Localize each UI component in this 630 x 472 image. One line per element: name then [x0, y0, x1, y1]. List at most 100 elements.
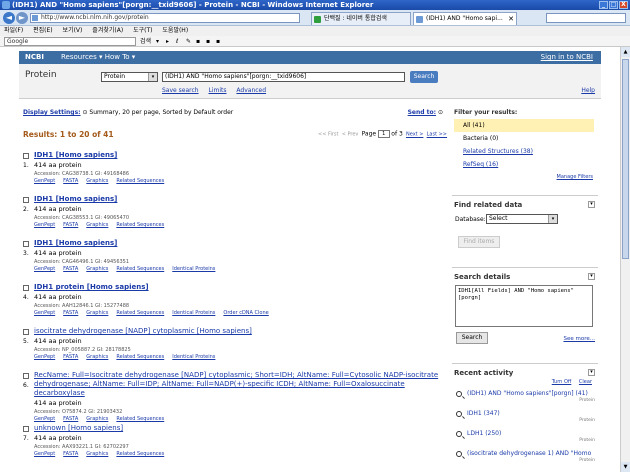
send-to-link[interactable]: Send to:	[408, 109, 436, 116]
collapse-icon[interactable]: ▾	[588, 201, 595, 208]
advanced-link[interactable]: Advanced	[236, 87, 266, 94]
fasta-link[interactable]: FASTA	[63, 451, 78, 457]
tab-naver[interactable]: 단백질 : 네이버 통합검색	[311, 12, 411, 25]
resources-menu[interactable]: Resources ▾ How To ▾	[61, 51, 135, 64]
toolbar-spell-icon[interactable]: ℓ	[176, 36, 178, 47]
maximize-button[interactable]: □	[609, 1, 618, 9]
search-button[interactable]: Search	[410, 71, 438, 83]
menu-help[interactable]: 도움말(H)	[162, 27, 188, 34]
related-database-select[interactable]: Select ▾	[486, 214, 558, 224]
toolbar-edit-icon[interactable]: ✎	[186, 36, 191, 47]
graphics-link[interactable]: Graphics	[86, 354, 108, 360]
toolbar-go-icon[interactable]: ▸	[166, 36, 169, 47]
sign-in-link[interactable]: Sign in to NCBI	[541, 51, 593, 64]
graphics-link[interactable]: Graphics	[86, 222, 108, 228]
fasta-link[interactable]: FASTA	[63, 310, 78, 316]
graphics-link[interactable]: Graphics	[86, 310, 108, 316]
toolbar-btn-icon[interactable]: ▪	[196, 36, 200, 47]
genpept-link[interactable]: GenPept	[34, 222, 55, 228]
graphics-link[interactable]: Graphics	[86, 451, 108, 457]
identical-proteins-link[interactable]: Identical Proteins	[172, 310, 215, 316]
related-sequences-link[interactable]: Related Sequences	[116, 451, 164, 457]
genpept-link[interactable]: GenPept	[34, 310, 55, 316]
url-input[interactable]: http://www.ncbi.nlm.nih.gov/protein	[30, 13, 300, 23]
genpept-link[interactable]: GenPept	[34, 354, 55, 360]
result-title-link[interactable]: RecName: Full=Isocitrate dehydrogenase […	[34, 371, 446, 398]
filter-bacteria[interactable]: Bacteria (0)	[454, 132, 594, 145]
turn-off-link[interactable]: Turn Off	[552, 379, 572, 385]
graphics-link[interactable]: Graphics	[86, 416, 108, 422]
fasta-link[interactable]: FASTA	[63, 354, 78, 360]
toolbar-search-button[interactable]: 검색	[140, 36, 151, 47]
menu-favorites[interactable]: 즐겨찾기(A)	[92, 27, 123, 34]
fasta-link[interactable]: FASTA	[63, 178, 78, 184]
related-sequences-link[interactable]: Related Sequences	[116, 416, 164, 422]
filter-all[interactable]: All (41)	[454, 119, 594, 132]
menu-view[interactable]: 보기(V)	[63, 27, 83, 34]
identical-proteins-link[interactable]: Identical Proteins	[172, 266, 215, 272]
related-sequences-link[interactable]: Related Sequences	[116, 354, 164, 360]
ncbi-logo[interactable]: NCBI	[25, 51, 44, 64]
google-search-input[interactable]: Google	[4, 37, 136, 46]
result-title-link[interactable]: isocitrate dehydrogenase [NADP] cytoplas…	[34, 327, 252, 335]
result-title-link[interactable]: IDH1 [Homo sapiens]	[34, 195, 117, 203]
genpept-link[interactable]: GenPept	[34, 451, 55, 457]
order-cdna-clone-link[interactable]: Order cDNA Clone	[223, 310, 268, 316]
menu-tools[interactable]: 도구(T)	[133, 27, 152, 34]
toolbar-dropdown-icon[interactable]: ▾	[156, 36, 159, 47]
page-number-input[interactable]: 1	[377, 130, 390, 138]
result-checkbox[interactable]	[23, 329, 29, 335]
close-tab-icon[interactable]: ✕	[508, 13, 514, 25]
scroll-down-icon[interactable]: ▼	[621, 462, 630, 472]
display-settings-link[interactable]: Display Settings:	[23, 109, 81, 116]
database-select[interactable]: Protein ▾	[101, 72, 158, 82]
help-link[interactable]: Help	[581, 87, 595, 94]
manage-filters-link[interactable]: Manage Filters	[557, 174, 593, 180]
genpept-link[interactable]: GenPept	[34, 266, 55, 272]
result-checkbox[interactable]	[23, 153, 29, 159]
limits-link[interactable]: Limits	[209, 87, 227, 94]
details-search-button[interactable]: Search	[456, 332, 488, 344]
vertical-scrollbar[interactable]: ▲ ▼	[620, 47, 630, 472]
scroll-up-icon[interactable]: ▲	[621, 47, 630, 57]
ie-search-box[interactable]	[546, 13, 626, 23]
toolbar-btn-icon[interactable]: ▪	[206, 36, 210, 47]
fasta-link[interactable]: FASTA	[63, 222, 78, 228]
related-sequences-link[interactable]: Related Sequences	[116, 222, 164, 228]
related-sequences-link[interactable]: Related Sequences	[116, 178, 164, 184]
graphics-link[interactable]: Graphics	[86, 178, 108, 184]
tab-ncbi[interactable]: (IDH1) AND "Homo sapi... ✕	[413, 12, 517, 25]
toolbar-btn-icon[interactable]: ▪	[216, 36, 220, 47]
genpept-link[interactable]: GenPept	[34, 416, 55, 422]
collapse-icon[interactable]: ▾	[588, 273, 595, 280]
fasta-link[interactable]: FASTA	[63, 416, 78, 422]
search-input[interactable]: (IDH1) AND "Homo sapiens"[porgn:__txid96…	[162, 72, 405, 82]
result-checkbox[interactable]	[23, 373, 29, 379]
back-button[interactable]: ◄	[3, 12, 15, 24]
result-checkbox[interactable]	[23, 285, 29, 291]
next-page-link[interactable]: Next >	[406, 132, 423, 138]
save-search-link[interactable]: Save search	[162, 87, 199, 94]
menu-edit[interactable]: 편집(E)	[33, 27, 53, 34]
send-to-toggle-icon[interactable]: ⊙	[438, 109, 443, 116]
fasta-link[interactable]: FASTA	[63, 266, 78, 272]
result-checkbox[interactable]	[23, 241, 29, 247]
result-title-link[interactable]: IDH1 [Homo sapiens]	[34, 239, 117, 247]
last-page-link[interactable]: Last >>	[427, 132, 447, 138]
result-title-link[interactable]: IDH1 protein [Homo sapiens]	[34, 283, 149, 291]
related-sequences-link[interactable]: Related Sequences	[116, 310, 164, 316]
filter-refseq[interactable]: RefSeq (16)	[454, 158, 594, 171]
result-checkbox[interactable]	[23, 426, 29, 432]
display-settings-toggle-icon[interactable]: ⊙	[82, 109, 87, 116]
result-title-link[interactable]: unknown [Homo sapiens]	[34, 424, 123, 432]
genpept-link[interactable]: GenPept	[34, 178, 55, 184]
search-details-textarea[interactable]: IDH1[All Fields] AND "Homo sapiens"[porg…	[455, 285, 593, 327]
find-items-button[interactable]: Find items	[458, 236, 500, 248]
clear-link[interactable]: Clear	[579, 379, 592, 385]
minimize-button[interactable]: _	[599, 1, 608, 9]
menu-file[interactable]: 파일(F)	[4, 27, 23, 34]
collapse-icon[interactable]: ▾	[588, 369, 595, 376]
scrollbar-thumb[interactable]	[622, 59, 629, 259]
related-sequences-link[interactable]: Related Sequences	[116, 266, 164, 272]
identical-proteins-link[interactable]: Identical Proteins	[172, 354, 215, 360]
